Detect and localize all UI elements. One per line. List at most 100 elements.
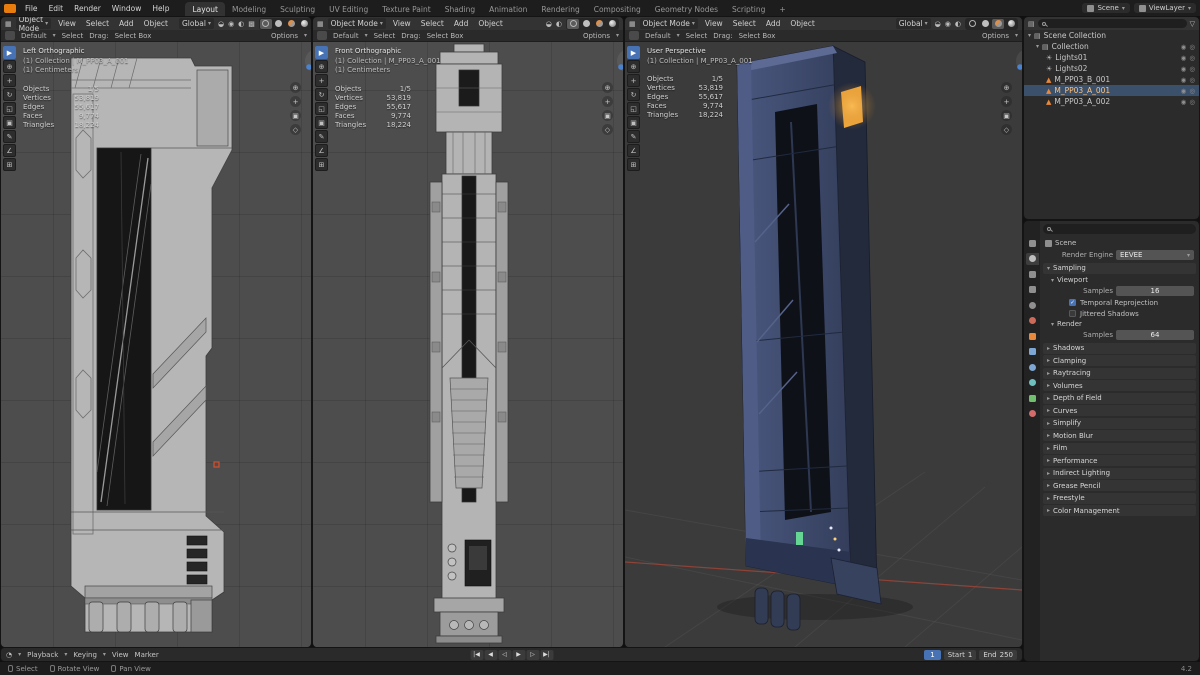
pan-icon[interactable]: +: [1001, 96, 1012, 107]
disable-render-icon[interactable]: ◎: [1189, 54, 1195, 62]
overlays-icon[interactable]: ◐: [556, 20, 562, 28]
tab-compositing[interactable]: Compositing: [587, 2, 648, 16]
zoom-icon[interactable]: ⊕: [1001, 82, 1012, 93]
mode-select[interactable]: Object Mode ▾: [640, 18, 698, 29]
section-volumes[interactable]: ▸Volumes: [1043, 380, 1196, 391]
tab-scripting[interactable]: Scripting: [725, 2, 772, 16]
section-motion-blur[interactable]: ▸Motion Blur: [1043, 430, 1196, 441]
tab-uv-editing[interactable]: UV Editing: [322, 2, 375, 16]
shading-rendered-button[interactable]: [606, 19, 618, 29]
select-menu[interactable]: Select: [730, 19, 759, 28]
tab-shading[interactable]: Shading: [438, 2, 482, 16]
scale-tool[interactable]: ◱: [627, 102, 640, 115]
shading-wireframe-button[interactable]: [966, 19, 978, 29]
proportional-edit-icon[interactable]: ◉: [945, 20, 951, 28]
options-button[interactable]: Options: [982, 32, 1009, 40]
section-color-management[interactable]: ▸Color Management: [1043, 505, 1196, 516]
measure-tool[interactable]: ∠: [3, 144, 16, 157]
active-tool-icon[interactable]: [317, 31, 327, 40]
view-layer-tab[interactable]: [1026, 284, 1039, 296]
section-indirect-lighting[interactable]: ▸Indirect Lighting: [1043, 468, 1196, 479]
add-cube-tool[interactable]: ⊞: [627, 158, 640, 171]
rotate-tool[interactable]: ↻: [627, 88, 640, 101]
transform-orientation-select[interactable]: Global ▾: [896, 18, 931, 29]
scene-tab[interactable]: [1026, 299, 1039, 311]
tab-modeling[interactable]: Modeling: [225, 2, 273, 16]
cursor-tool[interactable]: ⊕: [627, 60, 640, 73]
view-menu[interactable]: View: [390, 19, 414, 28]
particles-tab[interactable]: [1026, 361, 1039, 373]
render-engine-select[interactable]: EEVEE ▾: [1116, 250, 1194, 260]
shading-solid-button[interactable]: [979, 19, 991, 29]
blender-logo-icon[interactable]: [4, 4, 16, 13]
section-sampling[interactable]: ▾ Sampling: [1043, 263, 1196, 274]
viewport-samples-field[interactable]: 16: [1116, 286, 1194, 296]
proportional-edit-icon[interactable]: ◉: [228, 20, 234, 28]
view-menu[interactable]: View: [55, 19, 79, 28]
hide-viewport-icon[interactable]: ◉: [1181, 76, 1187, 84]
outliner-row-mesh[interactable]: ▲ M_PP03_B_001 ◉ ◎: [1024, 74, 1199, 85]
outliner-search-input[interactable]: [1038, 19, 1187, 28]
jump-to-end-button[interactable]: ▶|: [540, 650, 553, 660]
select-menu[interactable]: Select: [418, 19, 447, 28]
current-frame-field[interactable]: 1: [924, 650, 940, 660]
shading-solid-button[interactable]: [273, 19, 285, 29]
menu-window[interactable]: Window: [107, 3, 147, 14]
disable-render-icon[interactable]: ◎: [1189, 76, 1195, 84]
marker-menu[interactable]: Marker: [135, 651, 159, 659]
properties-search-input[interactable]: [1043, 224, 1196, 234]
section-clamping[interactable]: ▸Clamping: [1043, 355, 1196, 366]
measure-tool[interactable]: ∠: [315, 144, 328, 157]
hide-viewport-icon[interactable]: ◉: [1181, 98, 1187, 106]
playback-menu[interactable]: Playback: [27, 651, 58, 659]
mode-select[interactable]: Object Mode ▾: [328, 18, 386, 29]
camera-view-icon[interactable]: ▣: [602, 110, 613, 121]
menu-edit[interactable]: Edit: [44, 3, 69, 14]
select-box-tool[interactable]: ▶: [627, 46, 640, 59]
active-tool-icon[interactable]: [5, 31, 15, 40]
world-tab[interactable]: [1026, 315, 1039, 327]
hide-viewport-icon[interactable]: ◉: [1181, 87, 1187, 95]
tool-name[interactable]: Default: [21, 32, 47, 40]
outliner-row-light[interactable]: ☀ Lights02 ◉ ◎: [1024, 63, 1199, 74]
move-tool[interactable]: +: [315, 74, 328, 87]
overlays-icon[interactable]: ◐: [238, 20, 244, 28]
zoom-icon[interactable]: ⊕: [602, 82, 613, 93]
play-button[interactable]: ▶: [512, 650, 525, 660]
filter-icon[interactable]: ▽: [1190, 20, 1195, 28]
object-tab[interactable]: [1026, 330, 1039, 342]
add-cube-tool[interactable]: ⊞: [315, 158, 328, 171]
outliner-row-mesh[interactable]: ▲ M_PP03_A_002 ◉ ◎: [1024, 96, 1199, 107]
section-shadows[interactable]: ▸Shadows: [1043, 343, 1196, 354]
material-tab[interactable]: [1026, 408, 1039, 420]
move-tool[interactable]: +: [627, 74, 640, 87]
section-curves[interactable]: ▸Curves: [1043, 405, 1196, 416]
cursor-tool[interactable]: ⊕: [3, 60, 16, 73]
zoom-icon[interactable]: ⊕: [290, 82, 301, 93]
select-mode-label[interactable]: Select: [374, 32, 396, 40]
sampling-viewport-subsection[interactable]: ▾ Viewport: [1043, 275, 1196, 285]
disable-render-icon[interactable]: ◎: [1189, 65, 1195, 73]
annotate-tool[interactable]: ✎: [627, 130, 640, 143]
section-film[interactable]: ▸Film: [1043, 443, 1196, 454]
start-frame-field[interactable]: Start 1: [944, 650, 977, 660]
select-box-tool[interactable]: ▶: [315, 46, 328, 59]
scene-selector[interactable]: Scene ▾: [1082, 3, 1129, 13]
camera-view-icon[interactable]: ▣: [290, 110, 301, 121]
rotate-tool[interactable]: ↻: [3, 88, 16, 101]
disable-render-icon[interactable]: ◎: [1189, 98, 1195, 106]
hide-viewport-icon[interactable]: ◉: [1181, 43, 1187, 51]
xray-icon[interactable]: ▩: [248, 20, 255, 28]
next-keyframe-button[interactable]: ▷: [526, 650, 539, 660]
end-frame-field[interactable]: End 250: [979, 650, 1017, 660]
section-raytracing[interactable]: ▸Raytracing: [1043, 368, 1196, 379]
outliner-row-scene-collection[interactable]: ▾ ▤ Scene Collection: [1024, 30, 1199, 41]
menu-help[interactable]: Help: [147, 3, 174, 14]
drag-value[interactable]: Select Box: [739, 32, 776, 40]
add-menu[interactable]: Add: [763, 19, 784, 28]
select-box-tool[interactable]: ▶: [3, 46, 16, 59]
snap-magnet-icon[interactable]: ◒: [546, 20, 552, 28]
drag-value[interactable]: Select Box: [115, 32, 152, 40]
ortho-toggle-icon[interactable]: ◇: [602, 124, 613, 135]
scale-tool[interactable]: ◱: [3, 102, 16, 115]
